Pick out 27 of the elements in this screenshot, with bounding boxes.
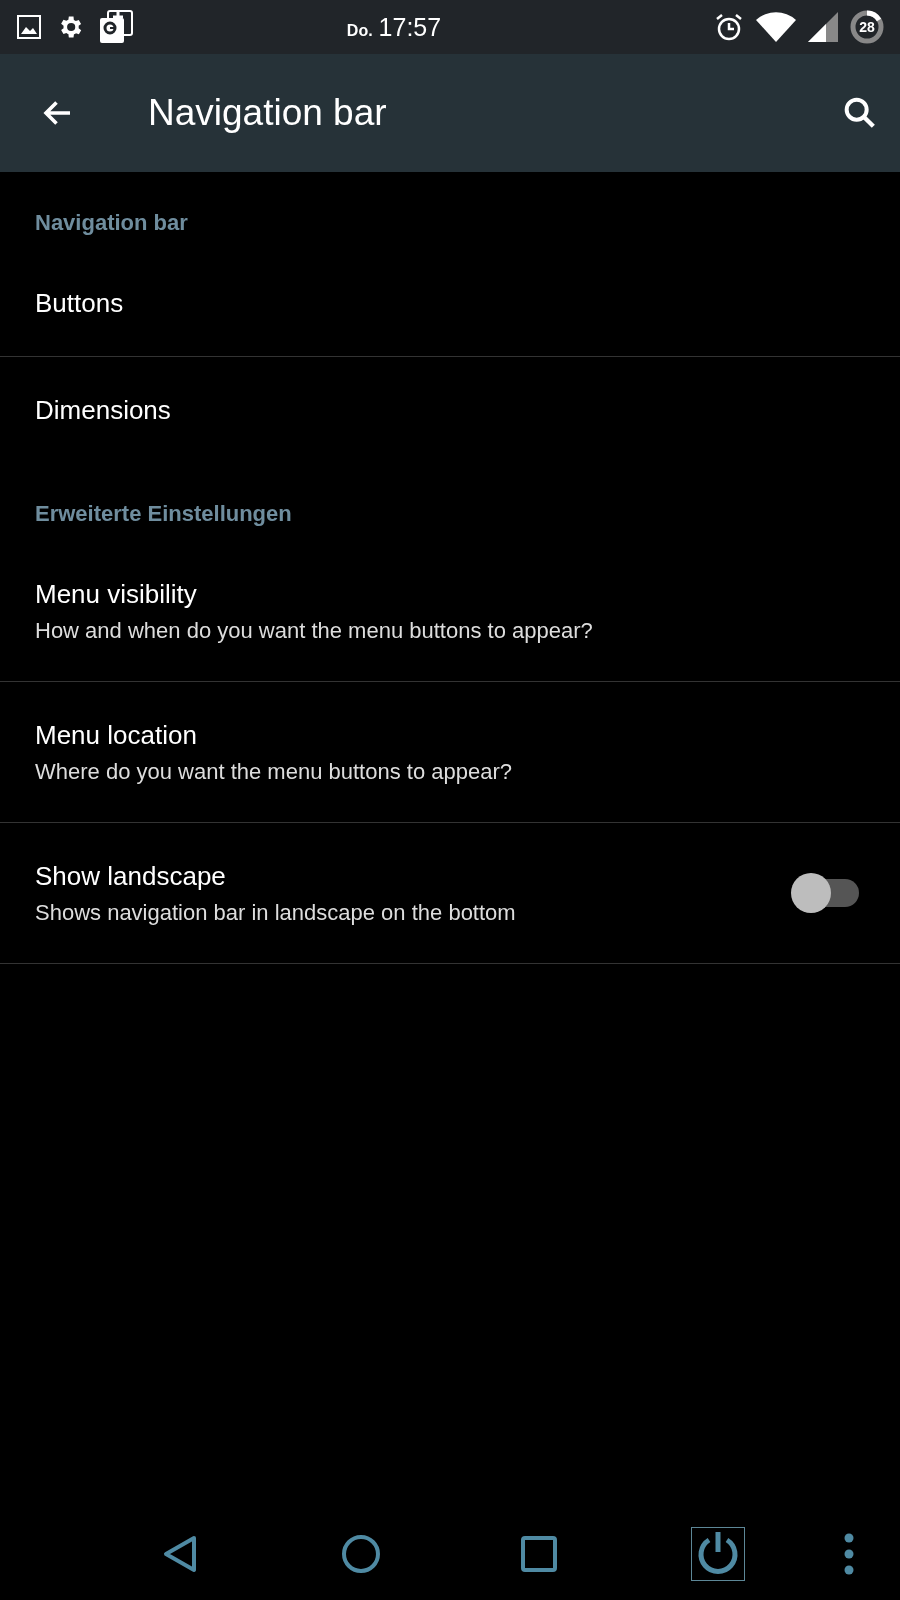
recents-button[interactable]: [520, 1535, 558, 1573]
preference-item[interactable]: Menu location Where do you want the menu buttons to appear?: [0, 682, 900, 823]
preference-title: Dimensions: [35, 394, 172, 426]
preference-title: Menu visibility: [35, 578, 198, 610]
toolbar-title: Navigation bar: [148, 92, 388, 134]
preference-item[interactable]: Menu visibility How and when do you want the menu buttons to appear?: [0, 541, 900, 682]
signal-icon: [808, 12, 838, 42]
preference-title: Show landscape: [35, 860, 227, 892]
wifi-icon: [756, 12, 796, 42]
home-button[interactable]: [341, 1534, 381, 1574]
status-day: Do.: [346, 21, 373, 40]
battery-indicator: 28: [850, 10, 884, 44]
section-header: Erweiterte Einstellungen: [34, 500, 293, 528]
preference-summary: Shows navigation bar in landscape on the bottom: [35, 899, 517, 926]
image-icon: [16, 14, 42, 40]
preference-item[interactable]: Buttons: [0, 250, 900, 357]
alarm-icon: [714, 12, 744, 42]
power-button[interactable]: [691, 1527, 745, 1581]
preference-summary: Where do you want the menu buttons to appear?: [35, 758, 513, 785]
section-header: Navigation bar: [34, 209, 189, 237]
status-time: 17:57: [378, 12, 442, 42]
preference-summary: How and when do you want the menu buttons to appear?: [35, 617, 594, 644]
preference-title: Buttons: [35, 287, 125, 319]
more-options-button[interactable]: [843, 1532, 855, 1576]
preference-item[interactable]: Dimensions: [0, 357, 900, 463]
preference-item[interactable]: Show landscape Shows navigation bar in landscape on the bottom: [0, 823, 900, 964]
preference-title: Menu location: [35, 719, 198, 751]
